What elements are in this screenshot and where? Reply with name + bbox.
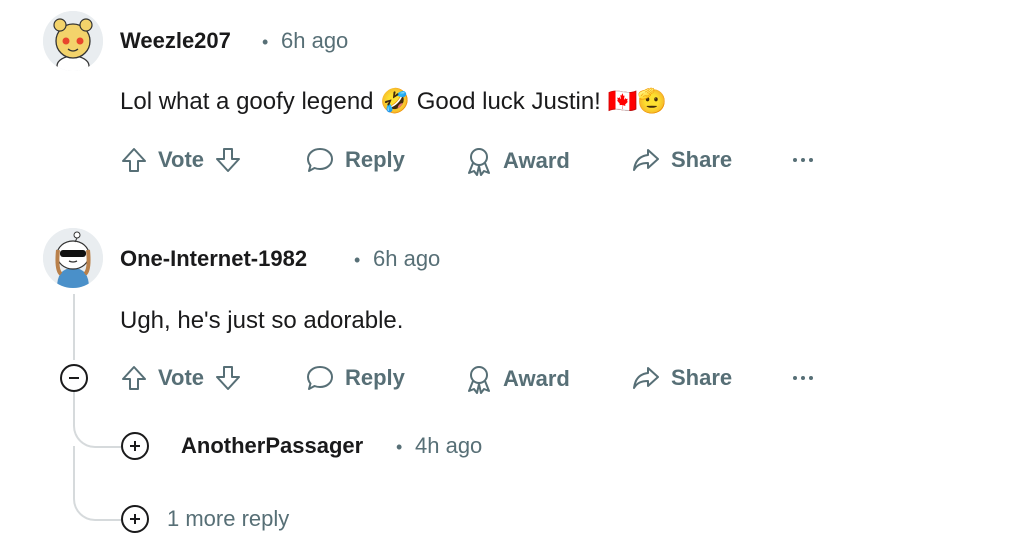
meta-separator: • bbox=[262, 32, 269, 52]
meta-separator: • bbox=[354, 250, 361, 270]
comment-author[interactable]: Weezle207 bbox=[120, 30, 231, 52]
reply-label: Reply bbox=[345, 365, 405, 390]
award-ribbon-icon bbox=[465, 146, 493, 176]
expand-reply-button[interactable] bbox=[121, 432, 149, 460]
share-label: Share bbox=[671, 365, 733, 390]
share-arrow-icon bbox=[631, 364, 661, 392]
award-button[interactable]: Award bbox=[465, 364, 570, 394]
more-options-button[interactable] bbox=[792, 368, 814, 388]
thread-branch bbox=[73, 446, 121, 521]
share-arrow-icon bbox=[631, 146, 661, 174]
comment-timestamp[interactable]: 6h ago bbox=[373, 248, 440, 270]
share-label: Share bbox=[671, 147, 733, 172]
meta-separator: • bbox=[396, 437, 403, 457]
plus-circle-icon bbox=[130, 441, 140, 451]
reply-label: Reply bbox=[345, 147, 405, 172]
award-label: Award bbox=[503, 366, 570, 391]
comment-body: Lol what a goofy legend 🤣 Good luck Just… bbox=[120, 88, 668, 115]
collapse-thread-button[interactable] bbox=[60, 364, 88, 392]
comment-author[interactable]: One-Internet-1982 bbox=[120, 248, 307, 270]
more-options-button[interactable] bbox=[792, 150, 814, 170]
vote-controls: Vote bbox=[120, 146, 242, 174]
thread-line[interactable] bbox=[73, 294, 75, 360]
minus-circle-icon bbox=[69, 377, 79, 379]
vote-label: Vote bbox=[158, 147, 205, 172]
share-button[interactable]: Share bbox=[631, 146, 732, 174]
comment-timestamp[interactable]: 6h ago bbox=[281, 30, 348, 52]
upvote-icon[interactable] bbox=[120, 146, 148, 174]
vote-controls: Vote bbox=[120, 364, 242, 392]
downvote-icon[interactable] bbox=[214, 364, 242, 392]
avatar[interactable] bbox=[43, 11, 103, 71]
snoo-avatar-icon bbox=[43, 11, 103, 71]
thread-branch bbox=[73, 410, 121, 448]
avatar[interactable] bbox=[43, 228, 103, 288]
ellipsis-icon bbox=[792, 150, 814, 170]
reply-timestamp[interactable]: 4h ago bbox=[415, 435, 482, 457]
award-label: Award bbox=[503, 148, 570, 173]
reply-button[interactable]: Reply bbox=[305, 146, 405, 174]
vote-label: Vote bbox=[158, 365, 205, 390]
snoo-avatar-icon bbox=[43, 228, 103, 288]
more-replies-link[interactable]: 1 more reply bbox=[167, 508, 289, 530]
comment-body: Ugh, he's just so adorable. bbox=[120, 307, 404, 334]
upvote-icon[interactable] bbox=[120, 364, 148, 392]
reply-author[interactable]: AnotherPassager bbox=[181, 435, 363, 457]
share-button[interactable]: Share bbox=[631, 364, 732, 392]
comment-bubble-icon bbox=[305, 146, 335, 174]
award-button[interactable]: Award bbox=[465, 146, 570, 176]
more-replies-button[interactable] bbox=[121, 505, 149, 533]
downvote-icon[interactable] bbox=[214, 146, 242, 174]
plus-circle-icon bbox=[130, 514, 140, 524]
comment-bubble-icon bbox=[305, 364, 335, 392]
reply-button[interactable]: Reply bbox=[305, 364, 405, 392]
ellipsis-icon bbox=[792, 368, 814, 388]
award-ribbon-icon bbox=[465, 364, 493, 394]
thread-line[interactable] bbox=[73, 392, 75, 412]
